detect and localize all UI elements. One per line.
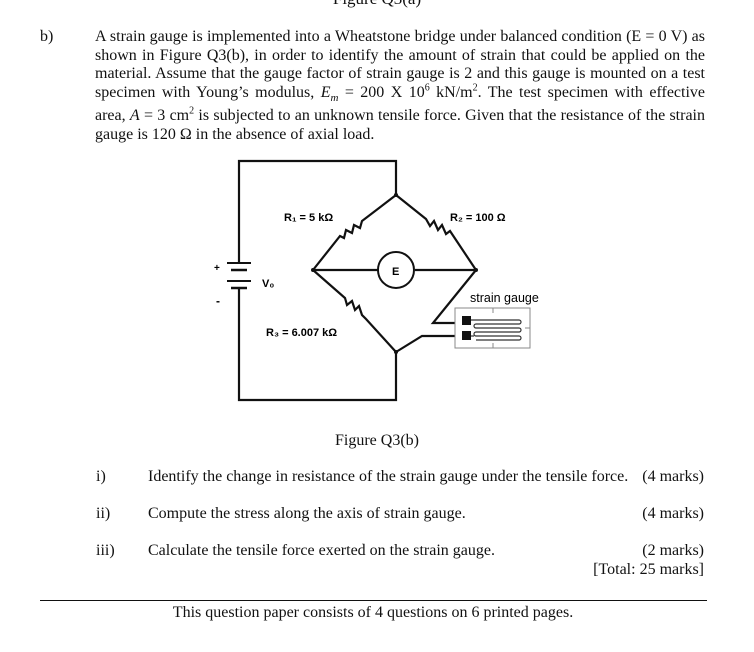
subquestion-marks: (4 marks) bbox=[642, 468, 704, 485]
previous-figure-caption: Figure Q3(a) bbox=[0, 0, 754, 9]
subquestion-number: iii) bbox=[96, 542, 115, 559]
total-marks: [Total: 25 marks] bbox=[593, 561, 704, 578]
strain-gauge-label: strain gauge bbox=[470, 291, 539, 305]
subquestion-marks: (2 marks) bbox=[642, 542, 704, 559]
node-bottom bbox=[394, 350, 398, 354]
node-top bbox=[394, 193, 398, 197]
subquestion-number: i) bbox=[96, 468, 106, 485]
node-right bbox=[474, 268, 478, 272]
footer-divider bbox=[40, 600, 707, 601]
r1-label: R₁ = 5 kΩ bbox=[284, 212, 333, 224]
figure-caption: Figure Q3(b) bbox=[335, 432, 419, 449]
footer-note: This question paper consists of 4 questi… bbox=[172, 604, 574, 621]
battery-minus: - bbox=[216, 294, 220, 308]
question-label: b) bbox=[40, 28, 54, 45]
strain-gauge-element bbox=[454, 307, 531, 349]
question-text-part: kN/m bbox=[429, 83, 473, 101]
question-text-part: = 200 X 10 bbox=[338, 83, 425, 101]
r2-label: R₂ = 100 Ω bbox=[450, 212, 506, 224]
wheatstone-bridge-diagram: R₁ = 5 kΩ R₂ = 100 Ω R₃ = 6.007 kΩ E V₀ … bbox=[214, 159, 539, 402]
subquestion-marks: (4 marks) bbox=[642, 505, 704, 522]
source-label: V₀ bbox=[262, 278, 274, 290]
question-text-part: = 3 cm bbox=[139, 107, 190, 125]
subquestion-text: Calculate the tensile force exerted on t… bbox=[148, 542, 495, 559]
node-left bbox=[311, 268, 315, 272]
wire-to-gauge-bottom bbox=[395, 334, 458, 353]
meter-label: E bbox=[392, 266, 399, 278]
r3-label: R₃ = 6.007 kΩ bbox=[266, 327, 337, 339]
area-symbol: A bbox=[129, 107, 140, 125]
subquestion-number: ii) bbox=[96, 505, 111, 522]
wire-bottom bbox=[237, 295, 398, 402]
battery-plus: + bbox=[214, 263, 220, 274]
subquestion-text: Compute the stress along the axis of str… bbox=[148, 505, 466, 522]
subquestion-text: Identify the change in resistance of the… bbox=[148, 468, 629, 485]
question-text: A strain gauge is implemented into a Whe… bbox=[95, 28, 705, 144]
